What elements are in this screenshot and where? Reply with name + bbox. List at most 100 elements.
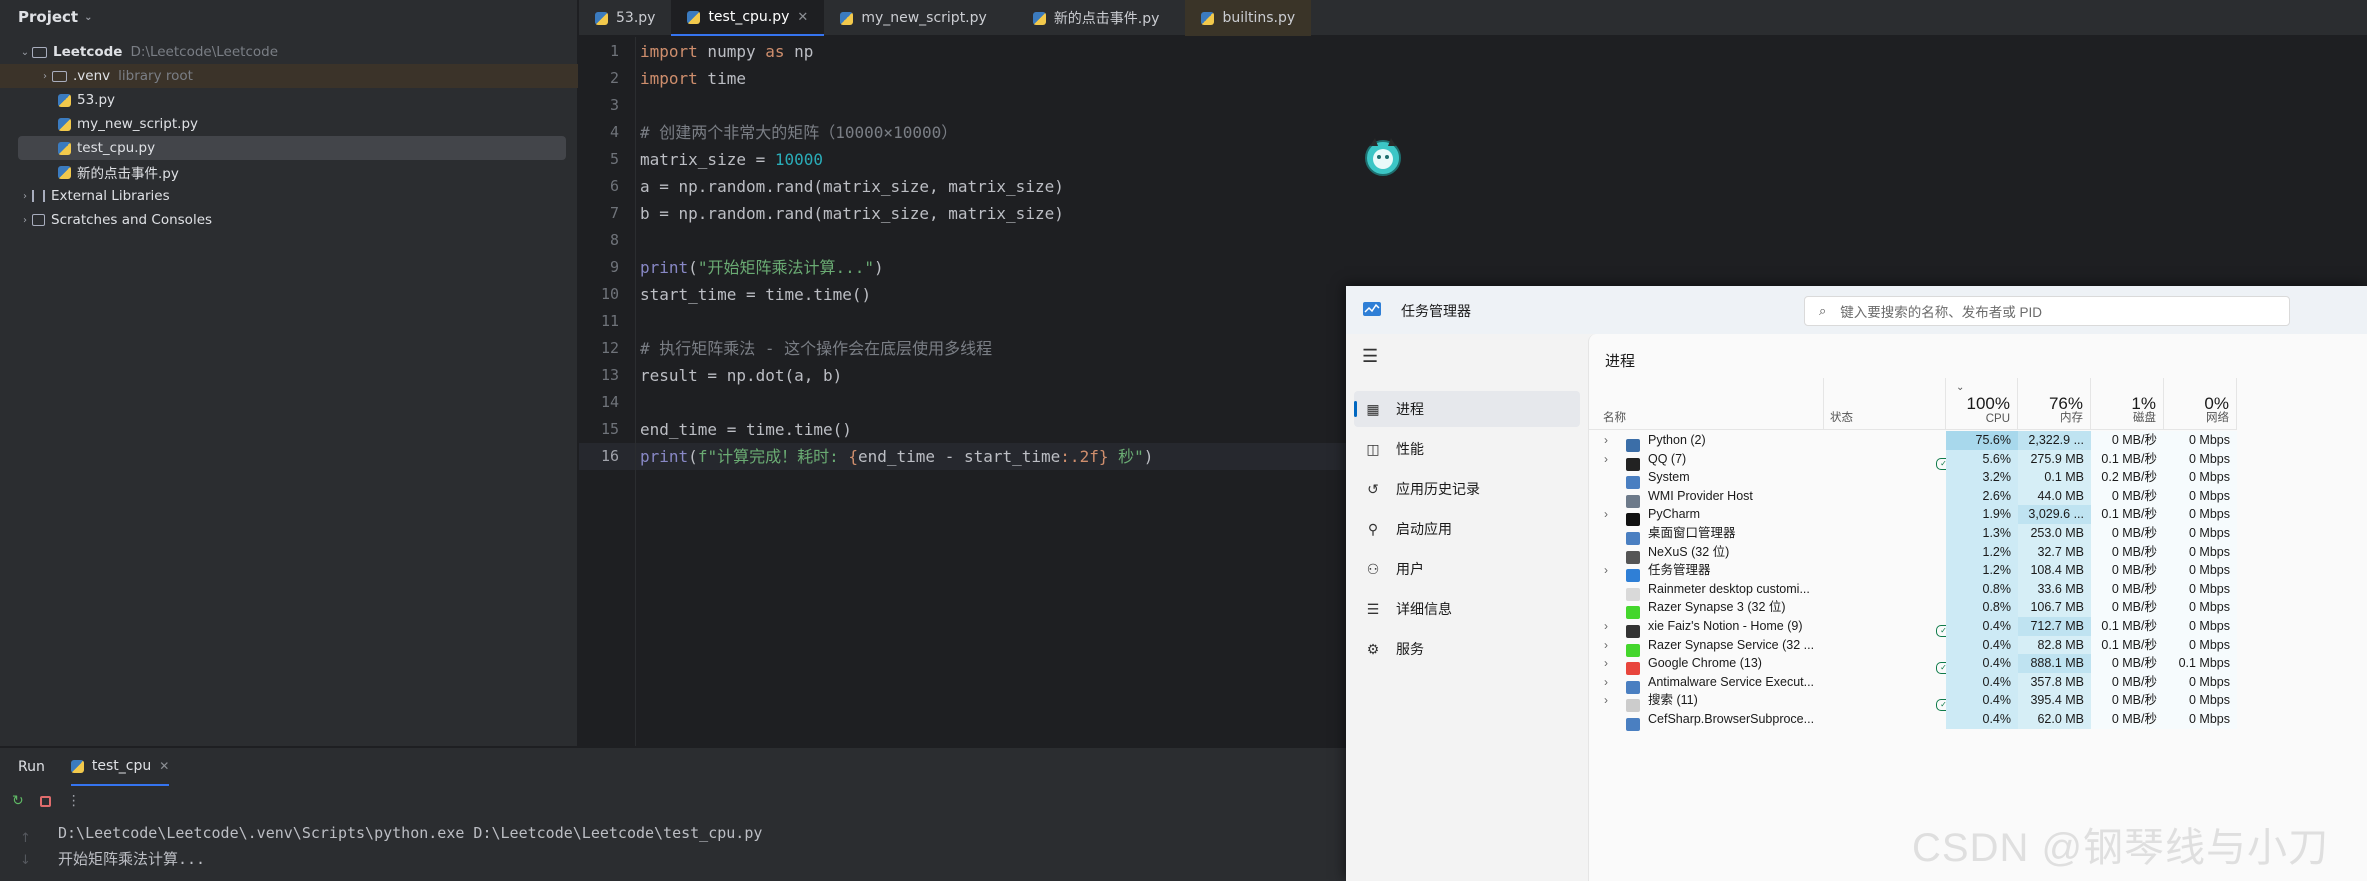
nav-processes[interactable]: ▦ 进程 (1354, 391, 1580, 427)
chevron-right-icon[interactable]: › (1604, 561, 1608, 580)
process-row[interactable]: › Razer Synapse Service (32 ... 0.4% 82.8 M… (1589, 635, 2367, 657)
process-disk: 0.1 MB/秒 (2091, 505, 2164, 524)
process-row[interactable]: › Python (2) 75.6% 2,322.9 ... 0 MB/秒 0 Mbps (1589, 431, 2367, 452)
column-header-memory[interactable]: 76% 内存 (2018, 378, 2091, 430)
tree-item-label: .venv (73, 68, 111, 84)
nav-startup-apps[interactable]: ⚲ 启动应用 (1354, 511, 1580, 547)
process-row[interactable]: › QQ (7) ✓ 5.6% 275.9 MB 0.1 MB/秒 0 Mbps (1589, 449, 2367, 471)
tree-item-53[interactable]: 53.py (0, 88, 115, 112)
project-panel-header[interactable]: Project ⌄ (0, 0, 577, 34)
console-line: 开始矩阵乘法计算... (58, 850, 206, 868)
chevron-down-icon: ⌄ (84, 11, 93, 23)
chevron-right-icon: › (23, 214, 27, 226)
root-path: D:\Leetcode\Leetcode (130, 44, 278, 60)
column-header-status[interactable]: 状态 (1824, 378, 1946, 430)
tree-item-click-event[interactable]: 新的点击事件.py (0, 160, 179, 184)
close-icon[interactable]: ✕ (159, 759, 169, 773)
process-row[interactable]: › Antimalware Service Execut... 0.4% 357.8 … (1589, 672, 2367, 694)
tree-item-my-new-script[interactable]: my_new_script.py (0, 112, 198, 136)
process-row[interactable]: › 任务管理器 1.2% 108.4 MB 0 MB/秒 0 Mbps (1589, 561, 2367, 583)
code-line-5: matrix_size = 10000 (640, 146, 823, 173)
process-row[interactable]: › 搜索 (11) ✓ 0.4% 395.4 MB 0 MB/秒 0 Mbps (1589, 691, 2367, 713)
process-row[interactable]: 桌面窗口管理器 1.3% 253.0 MB 0 MB/秒 0 Mbps (1589, 524, 2367, 545)
column-header-network[interactable]: 0% 网络 (2164, 378, 2237, 430)
code-text: ) (1143, 447, 1154, 466)
nav-label: 应用历史记录 (1396, 481, 1480, 497)
nav-app-history[interactable]: ↺ 应用历史记录 (1354, 471, 1580, 507)
page-title: 进程 (1605, 353, 1636, 370)
close-icon[interactable]: ✕ (797, 10, 808, 25)
tab-click-event[interactable]: 新的点击事件.py (1003, 0, 1176, 36)
python-file-icon (1201, 11, 1215, 25)
tab-builtins[interactable]: builtins.py (1185, 0, 1312, 36)
tree-item-venv[interactable]: › .venv library root (0, 64, 578, 88)
process-memory: 32.7 MB (2018, 542, 2091, 562)
nav-users[interactable]: ⚇ 用户 (1354, 551, 1580, 587)
process-network: 0 Mbps (2164, 635, 2237, 655)
process-row[interactable]: › xie Faiz's Notion - Home (9) ✓ 0.4% 712.7 … (1589, 617, 2367, 638)
folder-icon (52, 70, 67, 82)
rerun-icon[interactable]: ↻ (12, 793, 24, 809)
column-header-name[interactable]: 名称 (1589, 378, 1824, 430)
code-text: matrix_size = (640, 150, 775, 169)
chevron-right-icon[interactable]: › (1604, 673, 1608, 692)
process-row[interactable]: WMI Provider Host 2.6% 44.0 MB 0 MB/秒 0 Mbps (1589, 486, 2367, 508)
process-row[interactable]: › Google Chrome (13) ✓ 0.4% 888.1 MB 0 MB/秒 0.… (1589, 654, 2367, 676)
chevron-right-icon[interactable]: › (1604, 636, 1608, 655)
editor-tab-bar: 53.py test_cpu.py ✕ my_new_script.py 新的点击… (579, 0, 2367, 36)
process-cpu: 75.6% (1946, 431, 2018, 450)
nav-services[interactable]: ⚙ 服务 (1354, 631, 1580, 667)
chevron-right-icon[interactable]: › (1604, 617, 1608, 636)
tree-external-libraries[interactable]: › External Libraries (0, 184, 170, 208)
process-disk: 0 MB/秒 (2091, 672, 2164, 692)
tree-root[interactable]: ⌄ Leetcode D:\Leetcode\Leetcode (0, 40, 278, 64)
tree-scratches[interactable]: › Scratches and Consoles (0, 208, 212, 232)
more-icon[interactable]: ⋮ (67, 793, 81, 809)
process-network: 0 Mbps (2164, 449, 2237, 469)
tab-my-new-script[interactable]: my_new_script.py (824, 0, 1003, 36)
column-label: CPU (1985, 413, 2010, 425)
tab-test-cpu[interactable]: test_cpu.py ✕ (671, 0, 825, 36)
process-network: 0 Mbps (2164, 468, 2237, 487)
chevron-right-icon[interactable]: › (1604, 505, 1608, 524)
tree-item-label: External Libraries (51, 188, 170, 204)
nav-details[interactable]: ☰ 详细信息 (1354, 591, 1580, 627)
chevron-right-icon[interactable]: › (1604, 691, 1608, 710)
process-row[interactable]: › PyCharm 1.9% 3,029.6 ... 0.1 MB/秒 0 Mbps (1589, 505, 2367, 527)
process-name: Razer Synapse Service (32 ... (1648, 637, 1815, 652)
string-literal: 秒" (1108, 447, 1144, 466)
hamburger-menu-icon[interactable]: ☰ (1362, 346, 1378, 367)
process-disk: 0 MB/秒 (2091, 561, 2164, 580)
chevron-right-icon[interactable]: › (1604, 450, 1608, 469)
tree-item-label: 53.py (77, 92, 116, 108)
chevron-right-icon[interactable]: › (1604, 431, 1608, 450)
process-memory: 275.9 MB (2018, 449, 2091, 469)
process-name: 任务管理器 (1648, 563, 1711, 578)
process-row[interactable]: CefSharp.BrowserSubproce... 0.4% 62.0 MB 0 … (1589, 710, 2367, 731)
process-name: PyCharm (1648, 507, 1701, 522)
process-cpu: 0.8% (1946, 598, 2018, 617)
nav-performance[interactable]: ◫ 性能 (1354, 431, 1580, 467)
process-row[interactable]: Razer Synapse 3 (32 位) 0.8% 106.7 MB 0 MB/秒… (1589, 598, 2367, 620)
stop-icon[interactable] (39, 795, 51, 807)
tree-item-test-cpu[interactable]: test_cpu.py (18, 136, 566, 160)
chevron-right-icon[interactable]: › (1604, 654, 1608, 673)
line-number: 3 (609, 96, 619, 114)
column-header-cpu[interactable]: ⌄ 100% CPU (1946, 378, 2018, 430)
process-name: Razer Synapse 3 (32 位) (1648, 600, 1786, 615)
process-row[interactable]: System 3.2% 0.1 MB 0.2 MB/秒 0 Mbps (1589, 468, 2367, 490)
process-disk: 0.2 MB/秒 (2091, 468, 2164, 487)
process-row[interactable]: Rainmeter desktop customi... 0.8% 33.6 MB 0… (1589, 579, 2367, 601)
code-text: end_time - start_time (858, 447, 1061, 466)
line-number: 2 (609, 69, 619, 87)
process-cpu: 0.4% (1946, 654, 2018, 673)
column-header-disk[interactable]: 1% 磁盘 (2091, 378, 2164, 430)
tab-run-test-cpu[interactable]: test_cpu ✕ (70, 748, 170, 786)
process-row[interactable]: NeXuS (32 位) 1.2% 32.7 MB 0 MB/秒 0 Mbps (1589, 542, 2367, 564)
search-input[interactable]: ⌕ 键入要搜索的名称、发布者或 PID (1804, 296, 2290, 326)
tab-53[interactable]: 53.py (579, 0, 671, 36)
scroll-arrows-icon[interactable]: ↑ ↓ (20, 828, 31, 872)
process-name: Google Chrome (13) (1648, 656, 1762, 671)
tab-label: 53.py (616, 10, 656, 26)
process-memory: 3,029.6 ... (2018, 505, 2091, 524)
